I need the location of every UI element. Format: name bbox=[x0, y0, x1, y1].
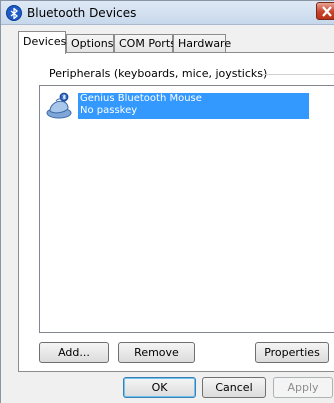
remove-button[interactable]: Remove bbox=[118, 342, 195, 363]
cancel-button[interactable]: Cancel bbox=[202, 377, 266, 398]
ok-button[interactable]: OK bbox=[123, 377, 196, 398]
tab-devices[interactable]: Devices bbox=[18, 31, 66, 54]
device-name: Genius Bluetooth Mouse bbox=[80, 93, 202, 104]
window-title: Bluetooth Devices bbox=[27, 6, 137, 20]
selected-device-label[interactable]: Genius Bluetooth Mouse No passkey bbox=[78, 93, 309, 119]
tab-com-ports[interactable]: COM Ports bbox=[114, 34, 176, 53]
bluetooth-devices-window: Bluetooth Devices Devices Options COM Po… bbox=[0, 0, 334, 403]
device-status: No passkey bbox=[80, 105, 138, 116]
title-bar[interactable]: Bluetooth Devices bbox=[1, 1, 334, 25]
properties-button[interactable]: Properties bbox=[255, 342, 329, 363]
device-list[interactable]: Genius Bluetooth Mouse No passkey bbox=[39, 85, 334, 333]
mouse-icon bbox=[44, 91, 74, 121]
add-button[interactable]: Add... bbox=[39, 342, 109, 363]
tab-strip: Devices Options COM Ports Hardware bbox=[1, 31, 334, 54]
list-item[interactable]: Genius Bluetooth Mouse No passkey bbox=[44, 91, 309, 121]
apply-button[interactable]: Apply bbox=[273, 377, 333, 398]
tab-options[interactable]: Options bbox=[66, 34, 114, 53]
devices-tab-panel: Peripherals (keyboards, mice, joysticks)… bbox=[18, 52, 334, 372]
group-divider bbox=[262, 74, 334, 75]
close-icon bbox=[322, 6, 332, 17]
peripherals-group-label: Peripherals (keyboards, mice, joysticks) bbox=[49, 67, 268, 80]
tab-hardware[interactable]: Hardware bbox=[173, 34, 231, 53]
close-button[interactable] bbox=[316, 2, 334, 20]
bluetooth-icon bbox=[6, 5, 22, 21]
